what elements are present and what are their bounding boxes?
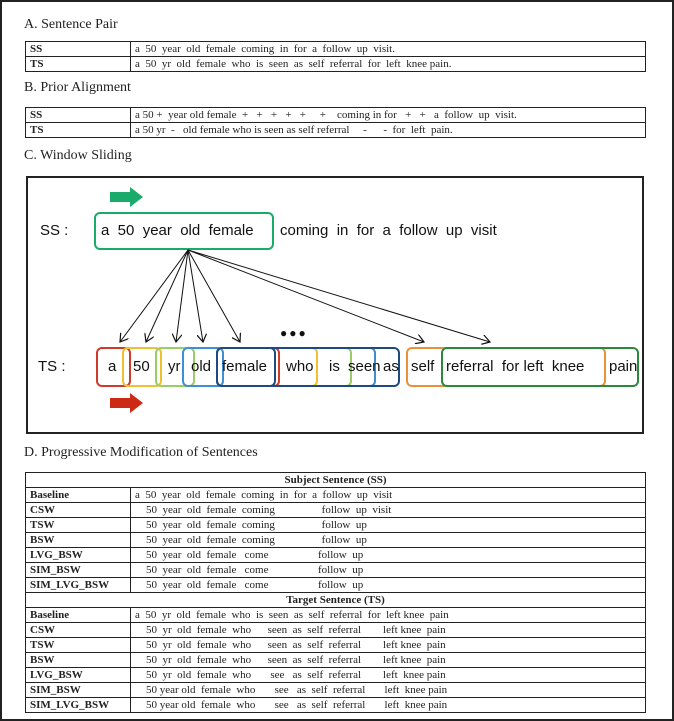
table-row: TSW 50 yr old female who seen as self re… (25, 637, 646, 653)
arrow-to-referral (187, 249, 490, 342)
row-label: CSW (25, 502, 131, 518)
row-label: BSW (25, 652, 131, 668)
table-row: Baseline a 50 yr old female who is seen a… (25, 607, 646, 623)
row-label: SIM_LVG_BSW (25, 697, 131, 713)
ts-header-row: Target Sentence (TS) (25, 592, 646, 608)
row-text: a 50 yr old female who is seen as self r… (130, 607, 646, 623)
ts-token: as (383, 358, 399, 375)
ts-slide-arrow-icon (110, 393, 143, 413)
row-text: 50 year old female come follow up (130, 562, 646, 578)
row-text: 50 year old female come follow up (130, 577, 646, 593)
row-text: 50 year old female come follow up (130, 547, 646, 563)
progressive-modification-table: Subject Sentence (SS) Baseline a 50 year … (25, 472, 646, 713)
table-row: BSW 50 yr old female who seen as self re… (25, 652, 646, 668)
row-label: LVG_BSW (25, 547, 131, 563)
row-text: 50 year old female coming follow up (130, 532, 646, 548)
row-label: TSW (25, 637, 131, 653)
ts-token: female (222, 358, 268, 375)
table-row: TSW 50 year old female coming follow up (25, 517, 646, 533)
row-text: 50 year old female coming follow up visi… (130, 502, 646, 518)
row-label: TSW (25, 517, 131, 533)
ts-token: yr (168, 358, 181, 375)
ts-token: self (411, 358, 435, 375)
table-row: BSW 50 year old female coming follow up (25, 532, 646, 548)
ss-header: Subject Sentence (SS) (25, 472, 646, 488)
row-text: 50 year old female who see as self refer… (130, 697, 646, 713)
ts-token: a (108, 358, 117, 375)
ts-token: old (191, 358, 212, 375)
ts-token: seen (348, 358, 381, 375)
table-row: LVG_BSW 50 yr old female who see as self… (25, 667, 646, 683)
table-row: CSW 50 yr old female who seen as self re… (25, 622, 646, 638)
row-label: SIM_LVG_BSW (25, 577, 131, 593)
ts-token: is (329, 358, 340, 375)
ts-token: who (286, 358, 314, 375)
table-row: SIM_LVG_BSW 50 year old female who see a… (25, 697, 646, 713)
ellipsis-dots: ●●● (280, 326, 308, 340)
table-row: SIM_LVG_BSW 50 year old female come foll… (25, 577, 646, 593)
ts-token: referral for left knee (446, 358, 585, 375)
row-label: BSW (25, 532, 131, 548)
table-row: Baseline a 50 year old female coming in f… (25, 487, 646, 503)
row-text: a 50 year old female coming in for a fol… (130, 487, 646, 503)
table-row: SIM_BSW 50 year old female come follow u… (25, 562, 646, 578)
ss-header-row: Subject Sentence (SS) (25, 472, 646, 488)
row-text: 50 yr old female who see as self referra… (130, 667, 646, 683)
table-row: LVG_BSW 50 year old female come follow u… (25, 547, 646, 563)
row-label: Baseline (25, 487, 131, 503)
row-text: 50 yr old female who seen as self referr… (130, 652, 646, 668)
ts-label: TS : (38, 358, 66, 375)
row-label: LVG_BSW (25, 667, 131, 683)
row-label: SIM_BSW (25, 682, 131, 698)
ts-header: Target Sentence (TS) (25, 592, 646, 608)
ts-token: 50 (133, 358, 150, 375)
table-row: SIM_BSW 50 year old female who see as se… (25, 682, 646, 698)
row-text: 50 year old female who see as self refer… (130, 682, 646, 698)
row-text: 50 yr old female who seen as self referr… (130, 637, 646, 653)
row-label: CSW (25, 622, 131, 638)
row-text: 50 year old female coming follow up (130, 517, 646, 533)
row-label: Baseline (25, 607, 131, 623)
section-d-title: D. Progressive Modification of Sentences (24, 445, 258, 460)
row-text: 50 yr old female who seen as self referr… (130, 622, 646, 638)
table-row: CSW 50 year old female coming follow up … (25, 502, 646, 518)
ts-token: pain (609, 358, 638, 375)
row-label: SIM_BSW (25, 562, 131, 578)
